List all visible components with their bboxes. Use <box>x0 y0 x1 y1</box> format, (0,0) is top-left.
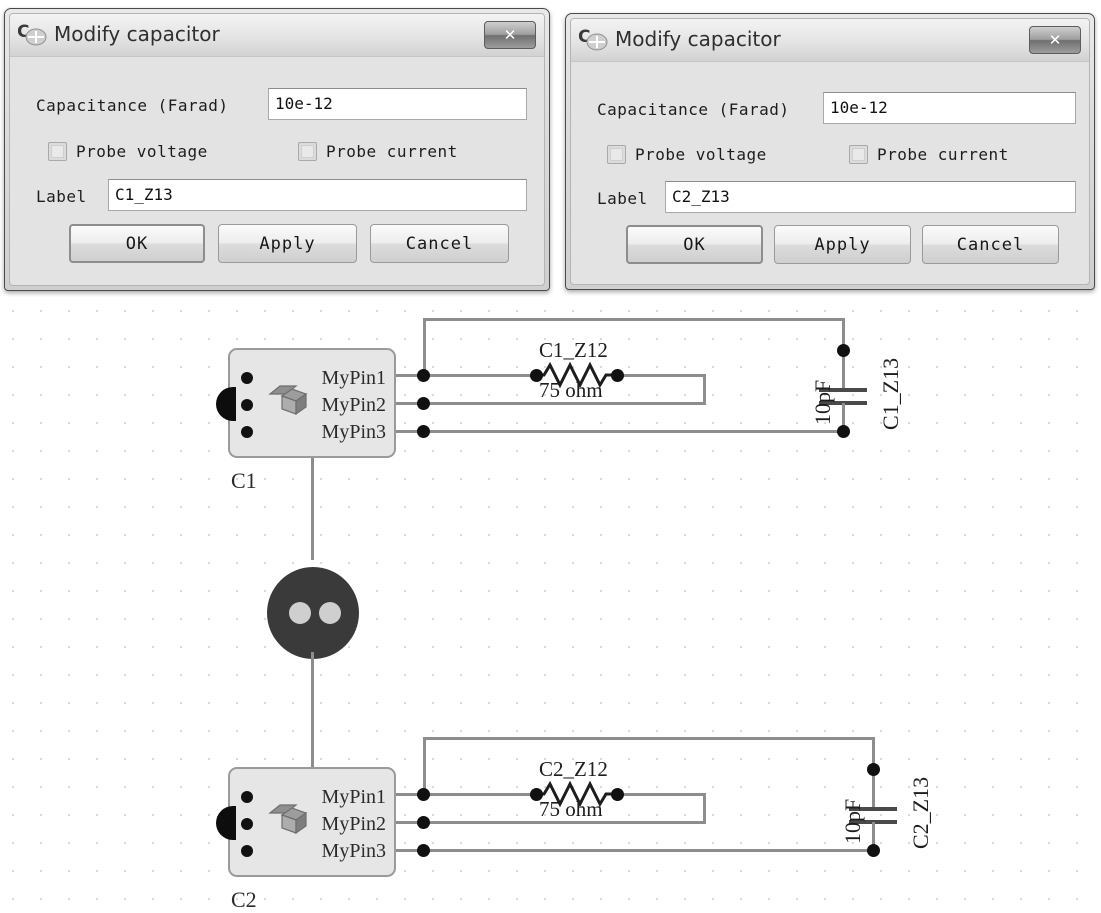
package-box-icon <box>268 804 308 835</box>
block-c1-pin-label-1: MyPin1 <box>321 367 386 389</box>
capacitance-input-c2[interactable]: 10e-12 <box>823 92 1076 124</box>
titlebar-c2[interactable]: C Modify capacitor ✕ <box>571 19 1089 62</box>
block-c1-pinmark-1 <box>241 372 253 384</box>
dialog-body-c2: Capacitance (Farad) 10e-12 Probe voltage… <box>571 62 1089 289</box>
ok-button-c2[interactable]: OK <box>626 225 763 264</box>
node-c2-pin3 <box>417 844 430 857</box>
probe-current-checkbox-c1[interactable] <box>298 142 317 161</box>
resistor-name-c2: C2_Z12 <box>539 757 608 781</box>
label-field-label-c2: Label <box>597 189 648 208</box>
label-input-c1[interactable]: C1_Z13 <box>108 179 527 211</box>
node-c1-cap-top <box>837 344 850 357</box>
block-c1[interactable]: MyPin1 MyPin2 MyPin3 <box>228 348 396 458</box>
wire-c2-top-rail <box>423 737 875 740</box>
wire-c2-loop-right <box>703 793 706 824</box>
wire-c1-top-rail <box>423 318 845 321</box>
wire-connector-to-c2 <box>311 652 314 771</box>
block-c1-pinmark-2 <box>241 399 253 411</box>
capacitance-label-c1: Capacitance (Farad) <box>36 96 229 115</box>
apply-button-c1[interactable]: Apply <box>218 224 357 263</box>
close-icon[interactable]: ✕ <box>484 21 536 49</box>
probe-current-label-c1[interactable]: Probe current <box>326 142 458 161</box>
node-c1-cap-bottom <box>837 425 850 438</box>
node-c2-pin1 <box>417 788 430 801</box>
block-c2-pinmark-3 <box>241 845 253 857</box>
block-c1-left-port[interactable] <box>216 387 236 421</box>
block-c2-pin-label-1: MyPin1 <box>321 786 386 808</box>
block-c2[interactable]: MyPin1 MyPin2 MyPin3 <box>228 767 396 877</box>
cancel-button-c1[interactable]: Cancel <box>370 224 509 263</box>
ok-button-c1[interactable]: OK <box>69 224 205 263</box>
capacitor-value-c2: 10pF <box>840 798 865 844</box>
schematic-canvas[interactable]: 10pF C1_Z13 C1_Z12 75 ohm MyPin1 MyPin2 … <box>0 300 1101 912</box>
connector-hole-right <box>319 602 341 624</box>
capacitor-name-c2: C2_Z13 <box>908 776 933 849</box>
dialog-modify-capacitor-c2[interactable]: C Modify capacitor ✕ Capacitance (Farad)… <box>565 13 1095 290</box>
label-input-c2[interactable]: C2_Z13 <box>665 181 1076 213</box>
block-c1-ref-label: C1 <box>231 468 257 493</box>
resistor-value-c1: 75 ohm <box>539 378 603 402</box>
wire-c1-pin3-row <box>396 430 845 433</box>
block-c2-left-port[interactable] <box>216 806 236 840</box>
probe-current-checkbox-c2[interactable] <box>849 145 868 164</box>
wire-c1-pin1-up <box>423 318 426 376</box>
close-icon[interactable]: ✕ <box>1029 26 1081 54</box>
probe-current-label-c2[interactable]: Probe current <box>877 145 1009 164</box>
dialog-modify-capacitor-c1[interactable]: C Modify capacitor ✕ Capacitance (Farad)… <box>4 8 550 291</box>
two-pin-connector[interactable] <box>267 567 359 659</box>
node-c2-pin2 <box>417 816 430 829</box>
resistor-name-c1: C1_Z12 <box>539 338 608 362</box>
wire-c1-loop-right <box>703 374 706 405</box>
block-c2-pinmark-2 <box>241 818 253 830</box>
block-c2-pin-label-3: MyPin3 <box>321 840 386 862</box>
capacitance-input-c1[interactable]: 10e-12 <box>268 88 527 120</box>
label-field-label-c1: Label <box>36 187 87 206</box>
wire-c1-to-connector <box>311 458 314 560</box>
node-c1-pin1 <box>417 369 430 382</box>
probe-voltage-label-c1[interactable]: Probe voltage <box>76 142 208 161</box>
block-c2-ref-label: C2 <box>231 887 257 912</box>
block-c1-pin-label-3: MyPin3 <box>321 421 386 443</box>
block-c2-pinmark-1 <box>241 791 253 803</box>
block-c1-pin-label-2: MyPin2 <box>321 394 386 416</box>
capacitor-value-c1: 10pF <box>810 379 835 425</box>
dialog-body-c1: Capacitance (Farad) 10e-12 Probe voltage… <box>10 57 544 290</box>
capacitor-icon: C <box>18 22 47 46</box>
node-c1-pin3 <box>417 425 430 438</box>
wire-c2-res-right <box>617 793 706 796</box>
resistor-value-c2: 75 ohm <box>539 797 603 821</box>
cancel-button-c2[interactable]: Cancel <box>922 225 1059 264</box>
node-c1-res-right <box>611 369 624 382</box>
node-c1-pin2 <box>417 397 430 410</box>
capacitor-name-c1: C1_Z13 <box>878 357 903 430</box>
capacitance-label-c2: Capacitance (Farad) <box>597 100 790 119</box>
connector-hole-left <box>289 602 311 624</box>
dialog-title-c1: Modify capacitor <box>54 22 220 46</box>
block-c2-pin-label-2: MyPin2 <box>321 813 386 835</box>
titlebar-c1[interactable]: C Modify capacitor ✕ <box>10 14 544 57</box>
node-c2-cap-top <box>867 763 880 776</box>
probe-voltage-checkbox-c1[interactable] <box>48 142 67 161</box>
node-c2-res-right <box>611 788 624 801</box>
dialog-title-c2: Modify capacitor <box>615 27 781 51</box>
package-box-icon <box>268 385 308 416</box>
apply-button-c2[interactable]: Apply <box>774 225 911 264</box>
block-c1-pinmark-3 <box>241 426 253 438</box>
wire-c2-pin3-row <box>396 849 875 852</box>
probe-voltage-label-c2[interactable]: Probe voltage <box>635 145 767 164</box>
probe-voltage-checkbox-c2[interactable] <box>607 145 626 164</box>
wire-c1-res-right <box>617 374 706 377</box>
node-c2-cap-bottom <box>867 844 880 857</box>
capacitor-icon: C <box>579 27 608 51</box>
wire-c2-pin1-up <box>423 737 426 795</box>
